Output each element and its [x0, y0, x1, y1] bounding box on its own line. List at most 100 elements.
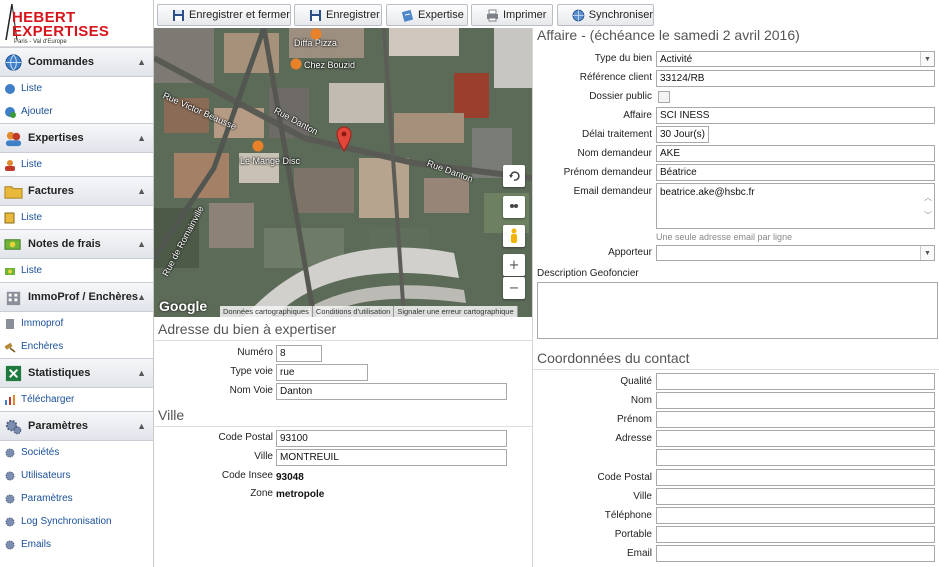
- map-tilt-button[interactable]: [503, 196, 525, 218]
- sidebar-item-immoprof[interactable]: Immoprof: [0, 312, 153, 335]
- scroll-up-icon[interactable]: ︿: [923, 192, 933, 203]
- reference-client-input[interactable]: 33124/RB: [656, 70, 935, 87]
- chevron-up-icon[interactable]: ▲: [137, 368, 146, 378]
- street-view-pegman[interactable]: [503, 225, 525, 247]
- sidebar-item-commandes-ajouter[interactable]: Ajouter: [0, 100, 153, 123]
- type-voie-input[interactable]: rue: [276, 364, 368, 381]
- poi-chez-bouzid[interactable]: Chez Bouzid: [304, 60, 355, 70]
- sidebar-item-parametres[interactable]: Paramètres: [0, 487, 153, 510]
- affaire-title: Affaire - (échéance le samedi 2 avril 20…: [537, 27, 800, 43]
- sidebar-item-emails[interactable]: Emails: [0, 533, 153, 556]
- sidebar-section-immoprof[interactable]: ImmoProf / Enchères ▲: [0, 282, 153, 312]
- email-demandeur-textarea[interactable]: beatrice.ake@hsbc.fr ︿ ﹀: [656, 183, 935, 229]
- description-geofoncier-textarea[interactable]: [537, 282, 938, 339]
- zoom-out-button[interactable]: −: [503, 277, 525, 299]
- sidebar-section-factures[interactable]: Factures ▲: [0, 176, 153, 206]
- contact-email-input[interactable]: [656, 545, 935, 562]
- contact-ville-label: Ville: [633, 491, 652, 502]
- gear-icon: [5, 540, 15, 549]
- gears-icon: [5, 419, 22, 434]
- numero-input[interactable]: 8: [276, 345, 322, 362]
- rotate-map-button[interactable]: [503, 165, 525, 187]
- sidebar-item-telecharger[interactable]: Télécharger: [0, 388, 153, 411]
- apporteur-select[interactable]: ▼: [656, 245, 935, 261]
- satellite-map[interactable]: Diffa Pizza Chez Bouzid Rue Victor Beaus…: [154, 28, 532, 317]
- synchronize-button[interactable]: Synchroniser: [557, 4, 654, 26]
- sidebar-section-title: Expertises: [28, 132, 84, 144]
- nom-voie-input[interactable]: Danton: [276, 383, 507, 400]
- sidebar-section-notes-de-frais[interactable]: Notes de frais ▲: [0, 229, 153, 259]
- expertise-button[interactable]: Expertise: [386, 4, 468, 26]
- contact-adresse-input-2[interactable]: [656, 449, 935, 466]
- contact-telephone-input[interactable]: [656, 507, 935, 524]
- code-insee-label: Code Insee: [221, 470, 273, 481]
- gear-icon: [5, 471, 15, 480]
- sidebar-section-title: Commandes: [28, 56, 95, 68]
- contact-prenom-input[interactable]: [656, 411, 935, 428]
- ville-input[interactable]: MONTREUIL: [276, 449, 507, 466]
- sidebar-item-label: Télécharger: [21, 394, 75, 405]
- scroll-down-icon[interactable]: ﹀: [923, 210, 933, 221]
- save-button[interactable]: Enregistrer: [294, 4, 382, 26]
- nom-demandeur-input[interactable]: AKE: [656, 145, 935, 162]
- chevron-up-icon[interactable]: ▲: [137, 57, 146, 67]
- chevron-up-icon[interactable]: ▲: [137, 186, 146, 196]
- print-button[interactable]: Imprimer: [471, 4, 553, 26]
- prenom-demandeur-input[interactable]: Béatrice: [656, 164, 935, 181]
- sidebar-item-factures-liste[interactable]: Liste: [0, 206, 153, 229]
- building-icon: [6, 291, 21, 305]
- sidebar-section-expertises[interactable]: Expertises ▲: [0, 123, 153, 153]
- location-marker-icon[interactable]: [336, 126, 352, 152]
- zoom-in-button[interactable]: +: [503, 254, 525, 276]
- prenom-demandeur-label: Prénom demandeur: [563, 167, 652, 178]
- folder-icon: [4, 185, 23, 199]
- logo-line-3: Paris - Val d'Europe: [14, 39, 67, 45]
- report-map-error-link[interactable]: Signaler une erreur cartographique: [394, 306, 518, 317]
- affaire-input[interactable]: SCI INESS: [656, 107, 935, 124]
- divider: [533, 369, 939, 370]
- contact-portable-input[interactable]: [656, 526, 935, 543]
- cocktail-icon: [252, 140, 264, 152]
- save-label: Enregistrer: [326, 9, 380, 21]
- save-and-close-button[interactable]: Enregistrer et fermer: [157, 4, 291, 26]
- sidebar-item-label: Paramètres: [21, 493, 73, 504]
- dossier-public-checkbox[interactable]: [658, 91, 670, 103]
- chevron-up-icon[interactable]: ▲: [137, 421, 146, 431]
- code-postal-input[interactable]: 93100: [276, 430, 507, 447]
- sidebar-item-commandes-liste[interactable]: Liste: [0, 77, 153, 100]
- chevron-up-icon[interactable]: ▲: [137, 133, 146, 143]
- sidebar-item-expertises-liste[interactable]: Liste: [0, 153, 153, 176]
- document-icon: [4, 212, 15, 223]
- sidebar-section-statistiques[interactable]: Statistiques ▲: [0, 358, 153, 388]
- sidebar-section-commandes[interactable]: Commandes ▲: [0, 47, 153, 77]
- contact-ville-input[interactable]: [656, 488, 935, 505]
- map-data-link[interactable]: Données cartographiques: [220, 306, 313, 317]
- ville-section-title: Ville: [158, 407, 185, 423]
- globe-icon: [5, 83, 15, 94]
- company-logo[interactable]: HEBERT EXPERTISES Paris - Val d'Europe: [0, 0, 153, 47]
- contact-nom-input[interactable]: [656, 392, 935, 409]
- delai-traitement-input[interactable]: 30 Jour(s): [656, 126, 709, 143]
- type-bien-select[interactable]: Activité ▼: [656, 51, 935, 67]
- sidebar-item-log-sync[interactable]: Log Synchronisation: [0, 510, 153, 533]
- contact-portable-label: Portable: [614, 529, 652, 540]
- qualite-input[interactable]: [656, 373, 935, 390]
- sidebar-item-encheres[interactable]: Enchères: [0, 335, 153, 358]
- poi-le-mange-disc[interactable]: Le Mange Disc: [240, 156, 300, 166]
- logo-line-2: EXPERTISES: [12, 23, 110, 40]
- pegman-icon: [511, 228, 517, 243]
- terms-of-use-link[interactable]: Conditions d'utilisation: [312, 306, 395, 317]
- sidebar-item-label: Immoprof: [21, 318, 64, 329]
- sidebar-item-label: Ajouter: [21, 106, 53, 117]
- sidebar-section-parametres[interactable]: Paramètres ▲: [0, 411, 153, 441]
- contact-adresse-input-1[interactable]: [656, 430, 935, 447]
- sidebar-item-societes[interactable]: Sociétés: [0, 441, 153, 464]
- sync-globe-icon: [572, 9, 585, 21]
- sidebar-item-notes-liste[interactable]: Liste: [0, 259, 153, 282]
- chevron-up-icon[interactable]: ▲: [137, 292, 146, 302]
- chevron-up-icon[interactable]: ▲: [137, 239, 146, 249]
- sidebar-item-label: Enchères: [21, 341, 64, 352]
- delai-traitement-label: Délai traitement: [581, 129, 652, 140]
- contact-code-postal-input[interactable]: [656, 469, 935, 486]
- sidebar-item-utilisateurs[interactable]: Utilisateurs: [0, 464, 153, 487]
